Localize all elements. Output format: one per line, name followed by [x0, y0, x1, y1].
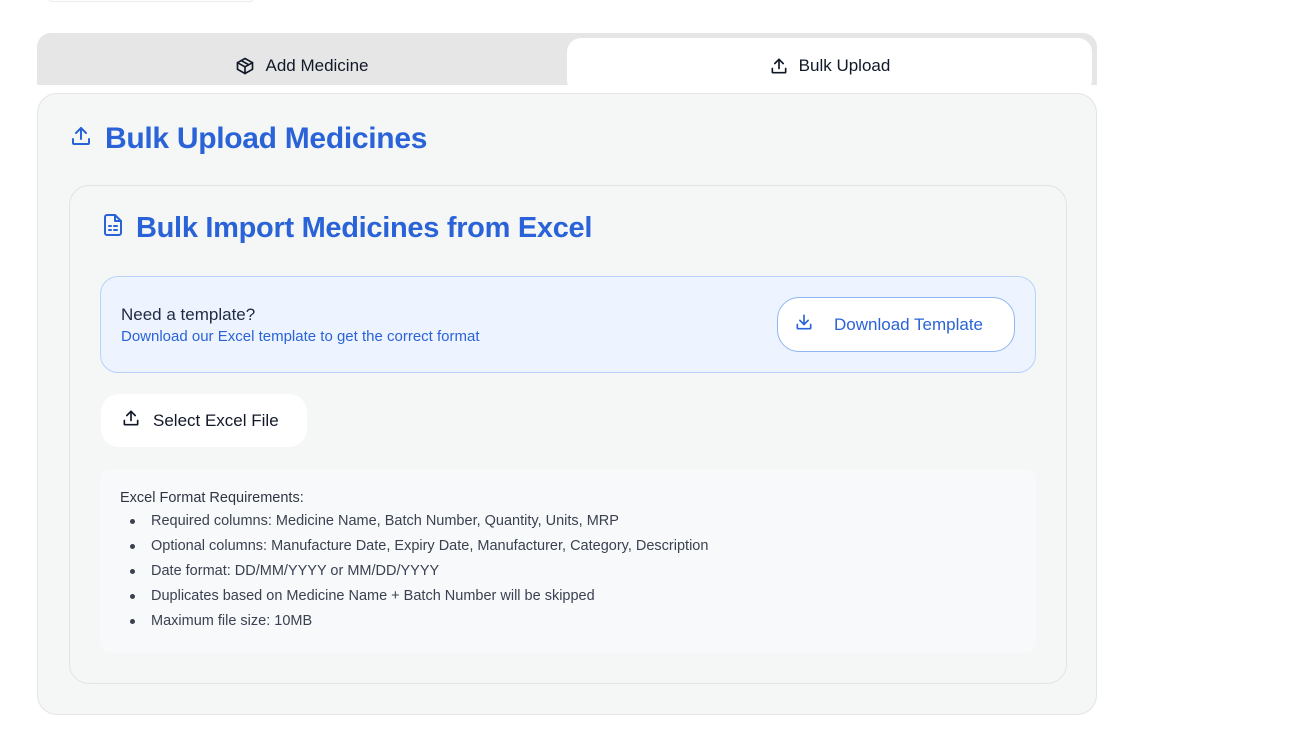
card-title-text: Bulk Import Medicines from Excel	[136, 212, 593, 244]
box-icon	[235, 56, 255, 76]
format-requirements: Excel Format Requirements: Required colu…	[100, 469, 1036, 653]
card-title: Bulk Import Medicines from Excel	[102, 212, 592, 245]
list-item: Optional columns: Manufacture Date, Expi…	[120, 539, 708, 564]
tab-label: Add Medicine	[265, 56, 369, 75]
template-info-box: Need a template? Download our Excel temp…	[100, 276, 1036, 373]
list-item: Date format: DD/MM/YYYY or MM/DD/YYYY	[120, 564, 708, 589]
tab-label: Bulk Upload	[798, 56, 891, 75]
tab-bar: Add Medicine Bulk Upload	[37, 33, 1097, 94]
requirements-list: Required columns: Medicine Name, Batch N…	[120, 514, 708, 639]
download-template-button[interactable]: Download Template	[777, 297, 1015, 352]
select-excel-file-button[interactable]: Select Excel File	[101, 394, 307, 447]
template-subtext: Download our Excel template to get the c…	[121, 328, 480, 345]
list-item: Maximum file size: 10MB	[120, 614, 708, 639]
upload-icon	[769, 56, 789, 76]
document-icon	[102, 212, 124, 245]
upload-icon	[69, 122, 93, 156]
list-item: Required columns: Medicine Name, Batch N…	[120, 514, 708, 539]
list-item: Duplicates based on Medicine Name + Batc…	[120, 589, 708, 614]
tab-add-medicine[interactable]: Add Medicine	[37, 41, 567, 91]
upload-icon	[121, 408, 141, 433]
template-heading: Need a template?	[121, 305, 256, 324]
tab-bulk-upload[interactable]: Bulk Upload	[567, 38, 1092, 94]
top-element-fragment	[48, 0, 254, 2]
bulk-upload-panel: Bulk Upload Medicines Bulk Import Medici…	[37, 93, 1097, 715]
download-icon	[794, 312, 814, 337]
panel-title-text: Bulk Upload Medicines	[105, 122, 428, 155]
panel-title: Bulk Upload Medicines	[69, 122, 427, 156]
download-template-label: Download Template	[834, 314, 983, 334]
requirements-title: Excel Format Requirements:	[120, 490, 304, 506]
bulk-import-card: Bulk Import Medicines from Excel Need a …	[69, 185, 1067, 684]
select-excel-file-label: Select Excel File	[153, 410, 279, 430]
